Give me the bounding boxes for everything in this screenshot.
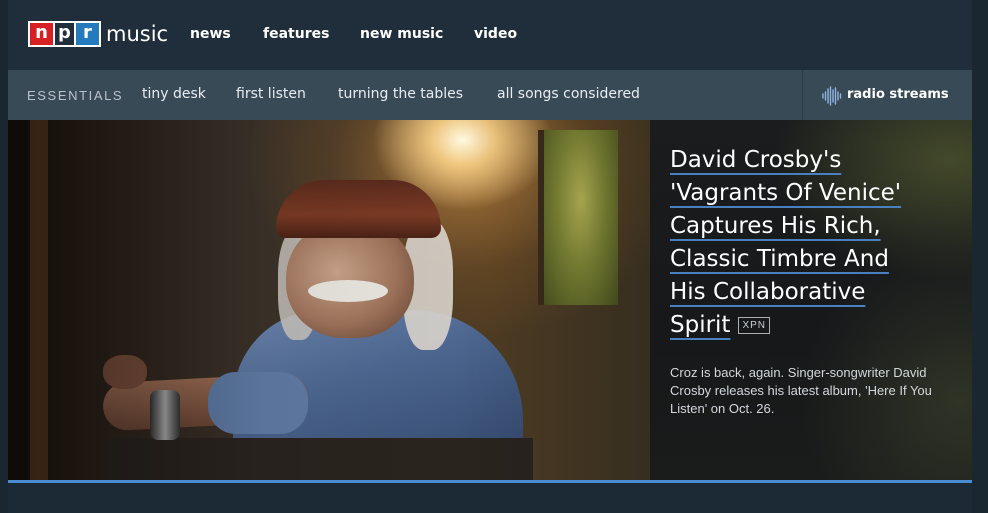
subnav-first-listen[interactable]: first listen: [236, 86, 306, 102]
story-teaser: Croz is back, again. Singer-songwriter D…: [670, 365, 932, 416]
npr-logo-r: r: [76, 23, 99, 45]
essentials-heading: ESSENTIALS: [27, 88, 124, 103]
featured-story-text: David Crosby's 'Vagrants Of Venice' Capt…: [650, 120, 972, 480]
headline-line: Classic Timbre And: [670, 246, 889, 272]
logo-section-label: music: [106, 22, 169, 46]
radio-streams-button[interactable]: radio streams: [802, 70, 972, 120]
photo-detail: [8, 120, 650, 480]
nav-new-music[interactable]: new music: [360, 26, 443, 42]
nav-features[interactable]: features: [263, 26, 329, 42]
subnav-all-songs-considered[interactable]: all songs considered: [497, 86, 640, 102]
headline-line: Captures His Rich,: [670, 213, 881, 239]
featured-story: David Crosby's 'Vagrants Of Venice' Capt…: [8, 120, 972, 480]
npr-logo-icon: n p r: [28, 21, 101, 47]
nav-video[interactable]: video: [474, 26, 517, 42]
subnav-turning-the-tables[interactable]: turning the tables: [338, 86, 463, 102]
npr-logo-p: p: [53, 23, 76, 45]
npr-logo-n: n: [30, 23, 53, 45]
subnav-tiny-desk[interactable]: tiny desk: [142, 86, 206, 102]
headline-line: His Collaborative: [670, 279, 866, 305]
headline-line: David Crosby's: [670, 147, 842, 173]
headline-line: 'Vagrants Of Venice': [670, 180, 902, 206]
nav-news[interactable]: news: [190, 26, 231, 42]
essentials-navigation: ESSENTIALS tiny desk first listen turnin…: [8, 70, 972, 120]
headline-line: Spirit: [670, 312, 731, 338]
npr-music-logo[interactable]: n p r music: [28, 21, 168, 47]
page-margin-right: [972, 0, 988, 513]
featured-headline-link[interactable]: David Crosby's 'Vagrants Of Venice' Capt…: [670, 144, 940, 342]
hero-bottom-accent: [8, 480, 972, 483]
page-margin-left: [0, 0, 8, 513]
top-navigation: n p r music news features new music vide…: [8, 0, 972, 70]
waveform-icon: [822, 86, 842, 106]
featured-story-photo[interactable]: [8, 120, 650, 480]
station-tag: XPN: [738, 317, 771, 334]
radio-streams-label: radio streams: [847, 87, 949, 102]
